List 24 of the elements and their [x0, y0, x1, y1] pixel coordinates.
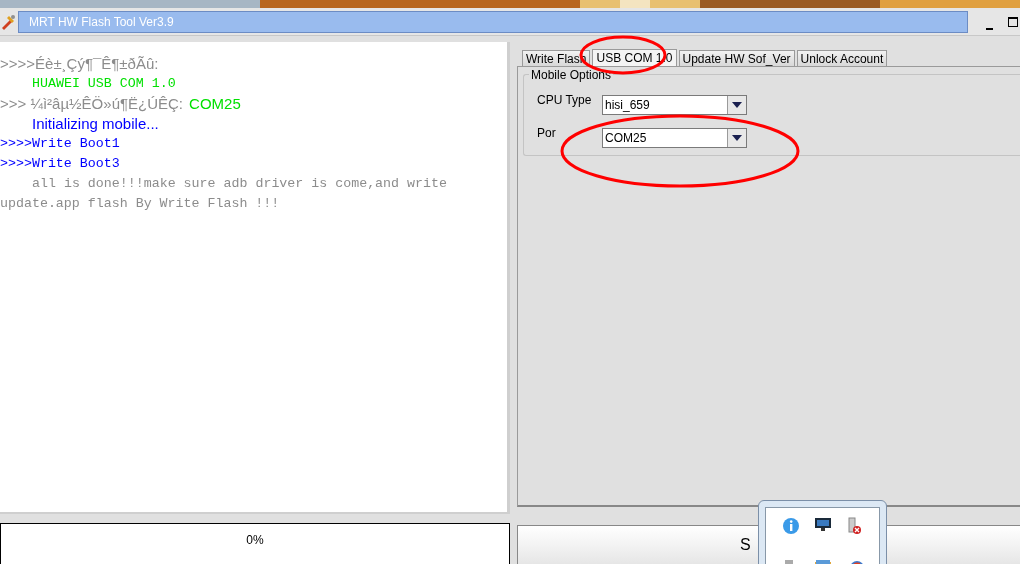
log-line: Initializing mobile... — [32, 115, 159, 132]
log-line: >>>>Éè±¸Çý¶¯Ê¶±ðÃû: — [0, 55, 159, 72]
log-line: >>>>Write Boot1 — [0, 136, 120, 151]
dropdown-arrow-icon — [732, 102, 742, 108]
field-label: Por — [537, 126, 557, 140]
log-line: COM25 — [189, 95, 241, 112]
maximize-icon[interactable] — [1008, 16, 1018, 27]
log-line: all is done!!!make sure adb driver is come,and write update.app flash By Write Flash !!! — [0, 176, 447, 211]
tab[interactable]: Update HW Sof_Ver — [678, 50, 795, 66]
device-error-icon[interactable] — [846, 517, 862, 535]
monitor-icon[interactable] — [814, 517, 832, 533]
progress-text: 0% — [246, 533, 264, 548]
window-title: MRT HW Flash Tool Ver3.9 — [18, 10, 968, 33]
log-line: >>> ¼ì²âµ½ÊÖ»ú¶Ë¿ÚÊÇ: — [0, 95, 184, 112]
log-line: >>>>Write Boot3 — [0, 156, 120, 171]
group-title: Mobile Options — [529, 68, 614, 82]
log-line: HUAWEI USB COM 1.0 — [32, 76, 176, 91]
info-icon[interactable] — [782, 517, 800, 535]
tab[interactable]: Unlock Account — [796, 50, 888, 66]
tools-icon — [0, 13, 16, 30]
dropdown[interactable]: hisi_659 — [602, 95, 747, 115]
dropdown[interactable]: COM25 — [602, 128, 747, 148]
field-label: CPU Type — [537, 93, 593, 107]
dropdown-arrow-icon — [732, 135, 742, 141]
